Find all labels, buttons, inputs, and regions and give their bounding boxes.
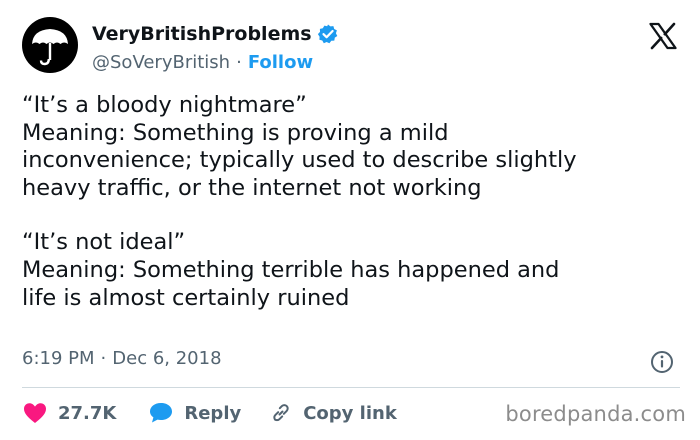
link-icon: [273, 404, 289, 422]
reply-button[interactable]: Reply: [148, 401, 241, 425]
action-bar: 27.7K Reply Copy link: [22, 400, 397, 426]
paragraph: “It’s not ideal” Meaning: Something terr…: [22, 229, 672, 312]
umbrella-icon: [32, 29, 68, 66]
tweet-text: “It’s a bloody nightmare” Meaning: Somet…: [22, 92, 672, 312]
divider: [22, 387, 680, 388]
text-line: inconvenience; typically used to describ…: [22, 147, 577, 174]
text-line: Meaning: Something terrible has happened…: [22, 256, 560, 283]
copy-link-button[interactable]: Copy link: [269, 401, 397, 425]
paragraph: “It’s a bloody nightmare” Meaning: Somet…: [22, 92, 672, 202]
like-button[interactable]: 27.7K: [22, 401, 116, 425]
copy-link-label: Copy link: [303, 402, 397, 424]
tweet-date: Dec 6, 2018: [112, 348, 222, 369]
avatar[interactable]: [22, 17, 78, 73]
tweet-header: VeryBritishProblems @SoVeryBritish · Fol…: [22, 17, 682, 77]
follow-button[interactable]: Follow: [248, 52, 313, 73]
text-line: Meaning: Something is proving a mild: [22, 119, 449, 146]
speech-bubble-icon: [150, 403, 173, 423]
info-icon[interactable]: [650, 350, 674, 374]
text-line: life is almost certainly ruined: [22, 284, 350, 311]
like-count: 27.7K: [58, 402, 117, 424]
text-line: “It’s not ideal”: [22, 229, 186, 256]
x-logo-icon[interactable]: [648, 21, 678, 51]
reply-label: Reply: [184, 402, 242, 424]
heart-icon: [24, 403, 46, 423]
tweet-time: 6:19 PM: [22, 348, 95, 369]
handle[interactable]: @SoVeryBritish: [92, 52, 230, 73]
display-name[interactable]: VeryBritishProblems: [92, 23, 312, 45]
text-line: “It’s a bloody nightmare”: [22, 92, 307, 118]
verified-badge-icon: [317, 24, 337, 44]
timestamp-separator: ·: [100, 348, 107, 369]
watermark: boredpanda.com: [505, 402, 686, 426]
account-names: VeryBritishProblems @SoVeryBritish · Fol…: [92, 21, 339, 74]
handle-separator: ·: [236, 51, 242, 73]
text-line: heavy traffic, or the internet not worki…: [22, 174, 482, 201]
tweet-timestamp[interactable]: 6:19 PM · Dec 6, 2018: [22, 348, 222, 369]
